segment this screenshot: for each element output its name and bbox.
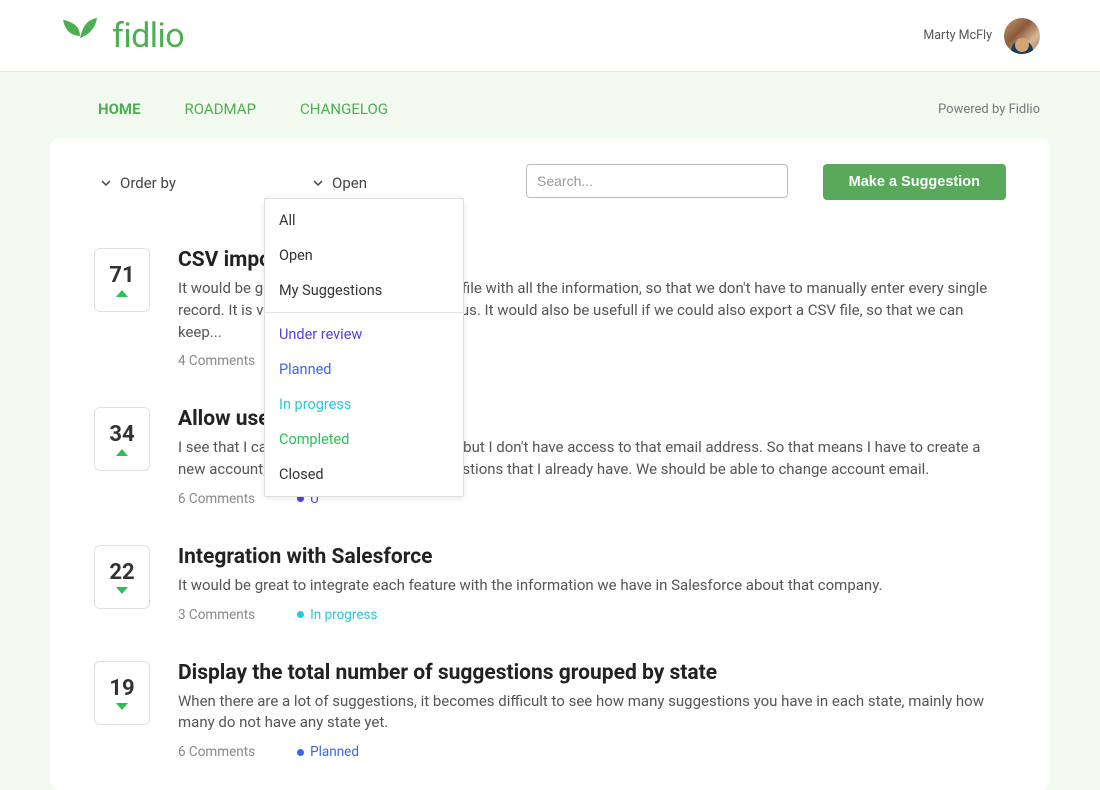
filter-dropdown-menu: All Open My Suggestions Under review Pla…: [264, 198, 464, 497]
avatar[interactable]: [1004, 18, 1040, 54]
brand[interactable]: fidlio: [60, 16, 184, 56]
filter-option-planned[interactable]: Planned: [265, 352, 463, 387]
filter-dropdown-trigger[interactable]: Open: [312, 174, 367, 192]
search-input[interactable]: [526, 164, 788, 198]
caret-down-icon: [116, 587, 128, 594]
suggestion-description: It would be great to integrate each feat…: [178, 575, 1006, 597]
suggestion-title[interactable]: Display the total number of suggestions …: [178, 661, 1006, 685]
nav-tabs: HOME ROADMAP CHANGELOG: [60, 100, 388, 118]
caret-down-icon: [116, 703, 128, 710]
order-by-label: Order by: [120, 174, 176, 192]
tab-home[interactable]: HOME: [98, 100, 141, 118]
top-bar: fidlio Marty McFly: [0, 0, 1100, 72]
chevron-down-icon: [312, 177, 324, 189]
list-item[interactable]: 34 Allow users to c I see that I can't c…: [94, 407, 1006, 507]
filter-option-my-suggestions[interactable]: My Suggestions: [265, 273, 463, 308]
list-item[interactable]: 22 Integration with Salesforce It would …: [94, 545, 1006, 623]
suggestion-content: Integration with Salesforce It would be …: [178, 545, 1006, 623]
suggestion-title[interactable]: Integration with Salesforce: [178, 545, 1006, 569]
filter-option-in-progress[interactable]: In progress: [265, 387, 463, 422]
status-dot-icon: [297, 611, 304, 618]
brand-name: fidlio: [112, 16, 184, 56]
list-item[interactable]: 71 CSV import and It would be great if w…: [94, 248, 1006, 369]
plant-logo-icon: [60, 16, 100, 56]
main-card: Order by Open Make a Suggestion All Open…: [50, 138, 1050, 790]
vote-box[interactable]: 22: [94, 545, 150, 609]
filter-label: Open: [332, 174, 367, 192]
comment-count[interactable]: 6 Comments: [178, 744, 255, 760]
comment-count[interactable]: 6 Comments: [178, 491, 255, 507]
status-badge: In progress: [297, 607, 377, 623]
user-area[interactable]: Marty McFly: [923, 18, 1040, 54]
tab-changelog[interactable]: CHANGELOG: [300, 100, 388, 118]
vote-count: 71: [109, 263, 134, 288]
status-dot-icon: [297, 749, 304, 756]
vote-box[interactable]: 19: [94, 661, 150, 725]
suggestion-list: 71 CSV import and It would be great if w…: [94, 248, 1006, 760]
filter-option-completed[interactable]: Completed: [265, 422, 463, 457]
vote-count: 22: [109, 560, 134, 585]
toolbar: Order by Open Make a Suggestion: [94, 164, 1006, 204]
suggestion-description: When there are a lot of suggestions, it …: [178, 691, 1006, 735]
status-badge: Planned: [297, 744, 359, 760]
list-item[interactable]: 19 Display the total number of suggestio…: [94, 661, 1006, 761]
chevron-down-icon: [100, 177, 112, 189]
status-label: Planned: [310, 744, 359, 760]
filter-option-closed[interactable]: Closed: [265, 457, 463, 492]
suggestion-meta: 6 Comments Planned: [178, 744, 1006, 760]
order-by-dropdown[interactable]: Order by: [100, 174, 176, 192]
status-label: In progress: [310, 607, 377, 623]
vote-box[interactable]: 71: [94, 248, 150, 312]
vote-count: 19: [109, 676, 134, 701]
filter-option-under-review[interactable]: Under review: [265, 317, 463, 352]
filter-option-open[interactable]: Open: [265, 238, 463, 273]
caret-up-icon: [116, 290, 128, 297]
suggestion-meta: 3 Comments In progress: [178, 607, 1006, 623]
make-suggestion-button[interactable]: Make a Suggestion: [823, 164, 1006, 200]
nav-row: HOME ROADMAP CHANGELOG Powered by Fidlio: [0, 80, 1100, 138]
user-name: Marty McFly: [923, 28, 992, 43]
powered-by: Powered by Fidlio: [938, 102, 1040, 117]
caret-up-icon: [116, 449, 128, 456]
dropdown-separator: [265, 312, 463, 313]
comment-count[interactable]: 4 Comments: [178, 353, 255, 369]
comment-count[interactable]: 3 Comments: [178, 607, 255, 623]
filter-option-all[interactable]: All: [265, 203, 463, 238]
vote-count: 34: [109, 422, 134, 447]
vote-box[interactable]: 34: [94, 407, 150, 471]
suggestion-content: Display the total number of suggestions …: [178, 661, 1006, 761]
page-body: HOME ROADMAP CHANGELOG Powered by Fidlio…: [0, 72, 1100, 790]
tab-roadmap[interactable]: ROADMAP: [185, 100, 257, 118]
